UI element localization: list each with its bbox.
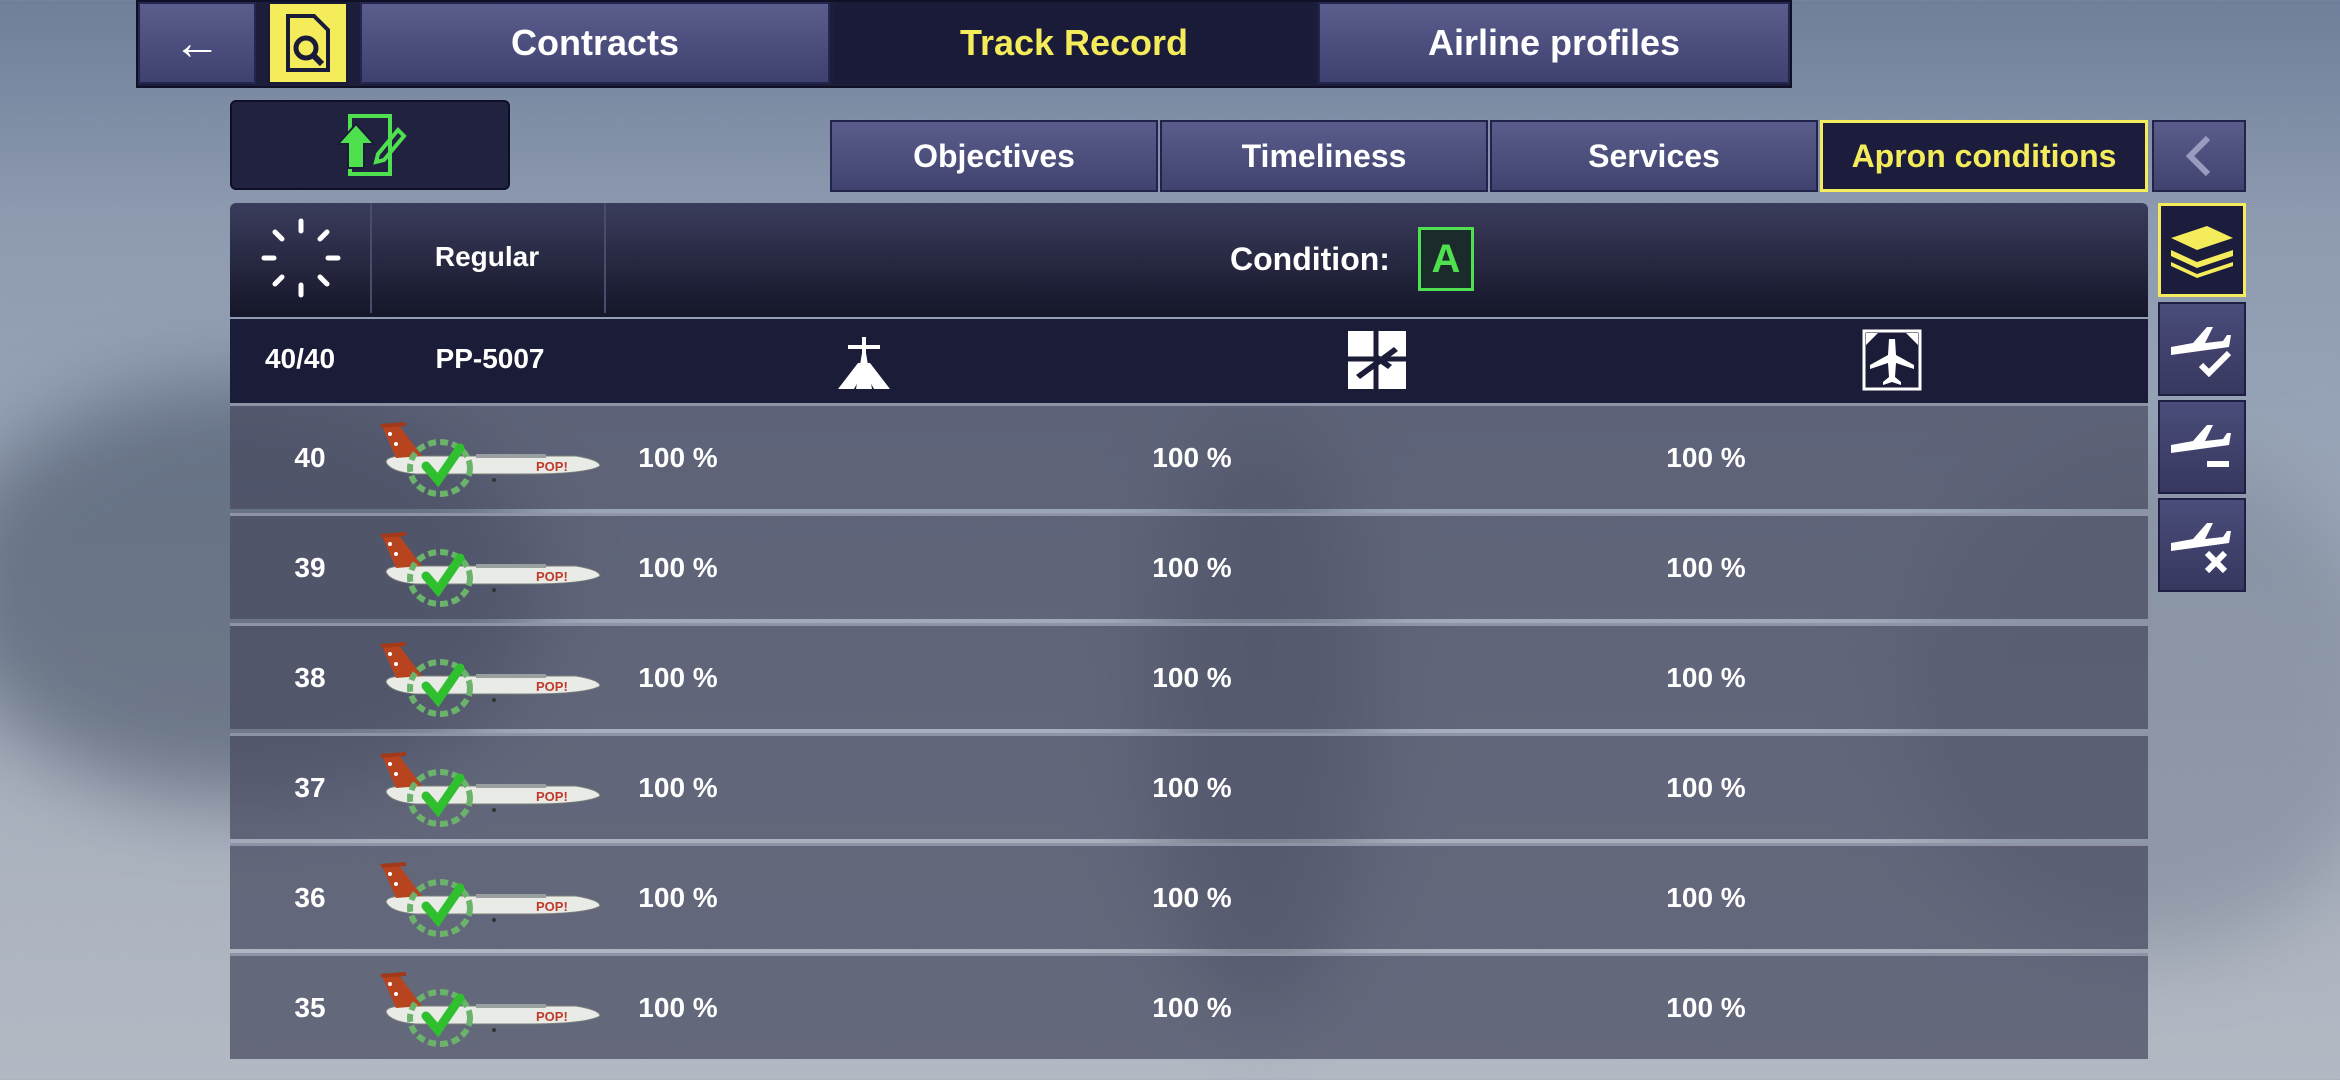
hangar-condition-value: 100 % xyxy=(1666,772,1746,803)
runway-condition-value: 100 % xyxy=(638,772,718,803)
condition-grade-badge: A xyxy=(1418,227,1474,291)
stand-condition-value: 100 % xyxy=(1152,442,1232,473)
tab-timeliness-label: Timeliness xyxy=(1241,137,1407,174)
filter-all-button[interactable] xyxy=(2158,203,2246,297)
tab-services[interactable]: Services xyxy=(1490,120,1818,192)
hangar-condition-value: 100 % xyxy=(1666,882,1746,913)
stand-condition-value: 100 % xyxy=(1152,992,1232,1023)
row-number: 35 xyxy=(294,992,326,1023)
aircraft-thumbnail: POP! xyxy=(376,748,606,832)
table-row[interactable]: 38 POP! 100 % 100 % 100 % xyxy=(230,623,2148,729)
column-header-row: 40/40 PP-5007 xyxy=(230,319,2148,403)
row-number: 40 xyxy=(294,442,326,473)
row-number: 36 xyxy=(294,882,326,913)
tab-airline-profiles[interactable]: Airline profiles xyxy=(1318,2,1790,84)
filter-cancelled-button[interactable] xyxy=(2158,498,2246,592)
header-divider xyxy=(604,203,606,313)
aircraft-thumbnail: POP! xyxy=(376,418,606,502)
tab-objectives-label: Objectives xyxy=(913,137,1075,174)
stand-condition-value: 100 % xyxy=(1152,552,1232,583)
tab-timeliness[interactable]: Timeliness xyxy=(1160,120,1488,192)
table-row[interactable]: 37 POP! 100 % 100 % 100 % xyxy=(230,733,2148,839)
hangar-plane-icon xyxy=(1862,329,1922,391)
hangar-condition-value: 100 % xyxy=(1666,552,1746,583)
tab-apron-conditions-label: Apron conditions xyxy=(1851,137,2117,174)
plane-livery-text: POP! xyxy=(536,679,568,694)
table-row[interactable]: 35 POP! 100 % 100 % 100 % xyxy=(230,953,2148,1059)
upload-edit-icon xyxy=(335,114,407,176)
chevron-left-icon xyxy=(2185,135,2211,177)
stand-condition-value: 100 % xyxy=(1152,772,1232,803)
condition-label: Condition: xyxy=(1230,241,1390,277)
tab-services-label: Services xyxy=(1588,137,1720,174)
row-number: 37 xyxy=(294,772,326,803)
document-search-icon xyxy=(286,14,330,72)
plane-minus-icon xyxy=(2171,425,2231,467)
plane-livery-text: POP! xyxy=(536,899,568,914)
aircraft-thumbnail: POP! xyxy=(376,858,606,942)
runway-icon xyxy=(834,333,894,389)
aircraft-thumbnail: POP! xyxy=(376,638,606,722)
back-arrow-icon: ← xyxy=(173,16,221,70)
stand-condition-value: 100 % xyxy=(1152,882,1232,913)
flight-type-label: Regular xyxy=(434,241,540,272)
runway-condition-value: 100 % xyxy=(638,882,718,913)
hangar-condition-value: 100 % xyxy=(1666,442,1746,473)
apron-conditions-table: Regular Condition: A 40/40 PP-5007 40 PO… xyxy=(230,203,2148,1059)
tab-track-record-label: Track Record xyxy=(959,22,1189,63)
track-record-icon-button[interactable] xyxy=(268,2,348,84)
collapse-button[interactable] xyxy=(2152,120,2246,192)
runway-condition-value: 100 % xyxy=(638,552,718,583)
stack-icon xyxy=(2171,226,2233,278)
plane-livery-text: POP! xyxy=(536,1009,568,1024)
upload-edit-button[interactable] xyxy=(230,100,510,190)
tab-track-record[interactable]: Track Record xyxy=(834,2,1314,84)
plane-livery-text: POP! xyxy=(536,569,568,584)
row-number: 38 xyxy=(294,662,326,693)
tab-objectives[interactable]: Objectives xyxy=(830,120,1158,192)
tab-contracts-label: Contracts xyxy=(510,22,680,63)
stand-condition-value: 100 % xyxy=(1152,662,1232,693)
plane-cross-icon xyxy=(2171,523,2231,573)
plane-livery-text: POP! xyxy=(536,789,568,804)
hangar-condition-value: 100 % xyxy=(1666,662,1746,693)
filter-delayed-button[interactable] xyxy=(2158,400,2246,494)
flight-number: PP-5007 xyxy=(435,343,545,374)
hangar-condition-value: 100 % xyxy=(1666,992,1746,1023)
loading-spinner-icon xyxy=(256,213,346,303)
plane-livery-text: POP! xyxy=(536,459,568,474)
runway-condition-value: 100 % xyxy=(638,662,718,693)
tab-airline-profiles-label: Airline profiles xyxy=(1427,22,1681,63)
apron-stand-icon xyxy=(1346,329,1408,391)
row-number: 39 xyxy=(294,552,326,583)
table-row[interactable]: 39 POP! 100 % 100 % 100 % xyxy=(230,513,2148,619)
filter-on-time-button[interactable] xyxy=(2158,302,2246,396)
table-header: Regular Condition: A xyxy=(230,203,2148,317)
tab-apron-conditions[interactable]: Apron conditions xyxy=(1820,120,2148,192)
runway-condition-value: 100 % xyxy=(638,992,718,1023)
tab-contracts[interactable]: Contracts xyxy=(360,2,830,84)
record-count: 40/40 xyxy=(264,343,336,374)
aircraft-thumbnail: POP! xyxy=(376,528,606,612)
back-button[interactable]: ← xyxy=(138,2,256,84)
table-row[interactable]: 36 POP! 100 % 100 % 100 % xyxy=(230,843,2148,949)
plane-check-icon xyxy=(2171,327,2232,377)
aircraft-thumbnail: POP! xyxy=(376,968,606,1052)
condition-grade-text: A xyxy=(1431,236,1461,281)
table-row[interactable]: 40 POP! 100 % 100 % 100 % xyxy=(230,403,2148,509)
runway-condition-value: 100 % xyxy=(638,442,718,473)
